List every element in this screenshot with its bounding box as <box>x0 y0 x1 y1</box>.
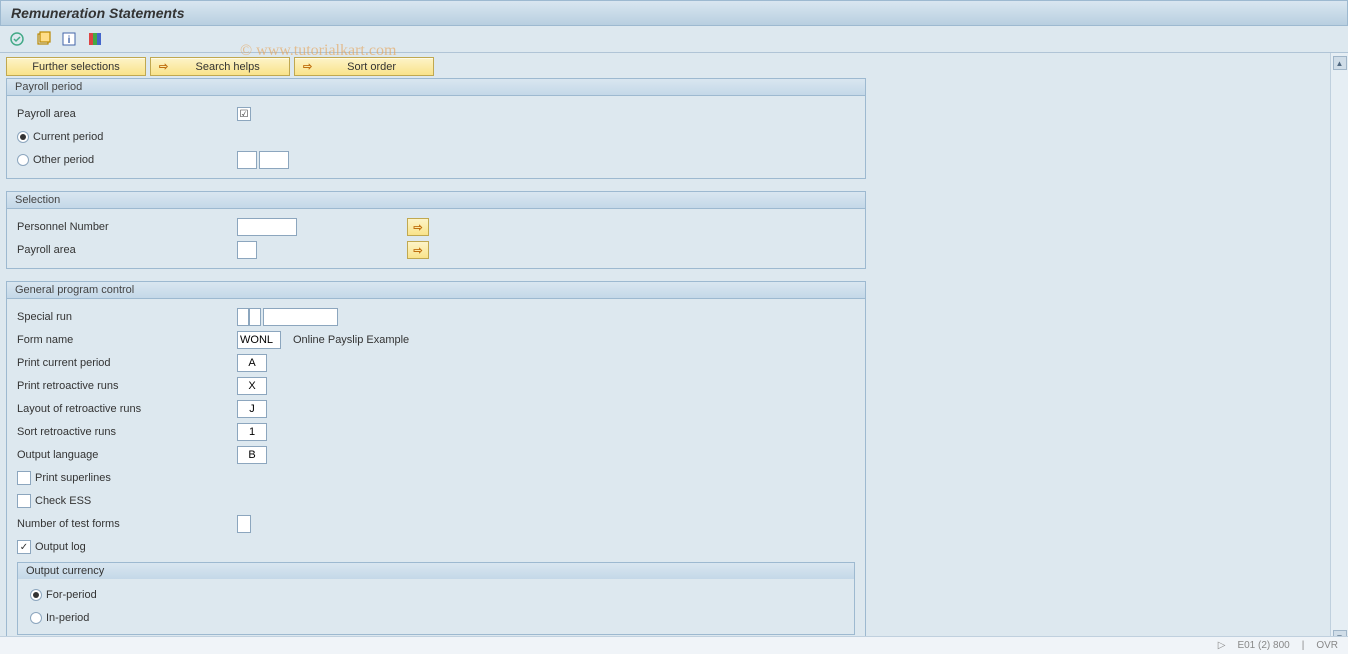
output-lang-label: Output language <box>17 449 237 461</box>
sort-retro-input[interactable] <box>237 423 267 441</box>
status-bar: ▷ E01 (2) 800 | OVR <box>0 636 1348 654</box>
arrow-right-icon: ⇨ <box>413 244 422 257</box>
special-run-input-1[interactable] <box>237 308 249 326</box>
status-ovr: OVR <box>1316 640 1338 651</box>
title-text: Remuneration Statements <box>11 5 184 21</box>
app-toolbar: i <box>0 26 1348 53</box>
search-helps-label: Search helps <box>174 61 281 73</box>
further-selections-label: Further selections <box>32 61 119 73</box>
other-period-label: Other period <box>33 154 94 166</box>
sort-order-button[interactable]: ⇨ Sort order <box>294 57 434 76</box>
special-run-input-3[interactable] <box>263 308 338 326</box>
check-ess-wrap[interactable]: Check ESS <box>17 494 91 508</box>
selection-payroll-area-label: Payroll area <box>17 244 237 256</box>
print-retro-label: Print retroactive runs <box>17 380 237 392</box>
for-period-radio[interactable] <box>30 589 42 601</box>
personnel-number-input[interactable] <box>237 218 297 236</box>
status-triangle-icon: ▷ <box>1218 640 1226 651</box>
special-run-input-2[interactable] <box>249 308 261 326</box>
execute-icon[interactable] <box>8 30 26 48</box>
content-wrapper: Further selections ⇨ Search helps ⇨ Sort… <box>0 53 1348 647</box>
payroll-area-expand-button[interactable]: ⇨ <box>407 241 429 259</box>
output-log-check[interactable]: ✓ <box>17 540 31 554</box>
form-name-input[interactable] <box>237 331 281 349</box>
check-ess-check[interactable] <box>17 494 31 508</box>
arrow-right-icon: ⇨ <box>303 60 312 73</box>
in-period-label: In-period <box>46 612 89 624</box>
sort-order-label: Sort order <box>318 61 425 73</box>
other-period-input-1[interactable] <box>237 151 257 169</box>
for-period-radio-wrap[interactable]: For-period <box>30 589 97 601</box>
in-period-radio-wrap[interactable]: In-period <box>30 612 89 624</box>
selection-header: Selection <box>7 192 865 209</box>
other-period-input-2[interactable] <box>259 151 289 169</box>
print-retro-input[interactable] <box>237 377 267 395</box>
arrow-right-icon: ⇨ <box>413 221 422 234</box>
vertical-scrollbar[interactable]: ▲ ▼ <box>1330 53 1348 647</box>
personnel-number-expand-button[interactable]: ⇨ <box>407 218 429 236</box>
print-current-input[interactable] <box>237 354 267 372</box>
scroll-up-icon[interactable]: ▲ <box>1333 56 1347 70</box>
output-log-label: Output log <box>35 541 86 553</box>
current-period-radio[interactable] <box>17 131 29 143</box>
payroll-period-header: Payroll period <box>7 79 865 96</box>
output-log-wrap[interactable]: ✓ Output log <box>17 540 86 554</box>
print-superlines-check[interactable] <box>17 471 31 485</box>
svg-text:i: i <box>68 35 71 46</box>
selection-payroll-area-input[interactable] <box>237 241 257 259</box>
other-period-radio[interactable] <box>17 154 29 166</box>
personnel-number-label: Personnel Number <box>17 221 237 233</box>
variant-icon[interactable] <box>34 30 52 48</box>
form-name-desc: Online Payslip Example <box>293 334 409 346</box>
selection-group: Selection Personnel Number ⇨ Payroll are… <box>6 191 866 269</box>
form-name-label: Form name <box>17 334 237 346</box>
sort-retro-label: Sort retroactive runs <box>17 426 237 438</box>
payroll-area-check[interactable]: ☑ <box>237 107 251 121</box>
layout-retro-label: Layout of retroactive runs <box>17 403 237 415</box>
other-period-radio-wrap[interactable]: Other period <box>17 154 237 166</box>
payroll-period-group: Payroll period Payroll area ☑ Current pe… <box>6 78 866 179</box>
action-row: Further selections ⇨ Search helps ⇨ Sort… <box>6 57 1324 76</box>
special-run-label: Special run <box>17 311 237 323</box>
num-test-forms-input[interactable] <box>237 515 251 533</box>
payroll-area-label: Payroll area <box>17 108 237 120</box>
further-selections-button[interactable]: Further selections <box>6 57 146 76</box>
in-period-radio[interactable] <box>30 612 42 624</box>
for-period-label: For-period <box>46 589 97 601</box>
general-control-group: General program control Special run Form… <box>6 281 866 642</box>
main-area: Further selections ⇨ Search helps ⇨ Sort… <box>0 53 1330 647</box>
general-control-header: General program control <box>7 282 865 299</box>
output-currency-header: Output currency <box>18 563 854 579</box>
output-currency-group: Output currency For-period In-period <box>17 562 855 635</box>
print-superlines-wrap[interactable]: Print superlines <box>17 471 111 485</box>
print-current-label: Print current period <box>17 357 237 369</box>
status-system: E01 (2) 800 <box>1237 640 1289 651</box>
current-period-label: Current period <box>33 131 103 143</box>
output-lang-input[interactable] <box>237 446 267 464</box>
layout-retro-input[interactable] <box>237 400 267 418</box>
check-ess-label: Check ESS <box>35 495 91 507</box>
num-test-forms-label: Number of test forms <box>17 518 237 530</box>
current-period-radio-wrap[interactable]: Current period <box>17 131 103 143</box>
arrow-right-icon: ⇨ <box>159 60 168 73</box>
layout-icon[interactable] <box>86 30 104 48</box>
info-icon[interactable]: i <box>60 30 78 48</box>
print-superlines-label: Print superlines <box>35 472 111 484</box>
page-title: Remuneration Statements <box>0 0 1348 26</box>
search-helps-button[interactable]: ⇨ Search helps <box>150 57 290 76</box>
